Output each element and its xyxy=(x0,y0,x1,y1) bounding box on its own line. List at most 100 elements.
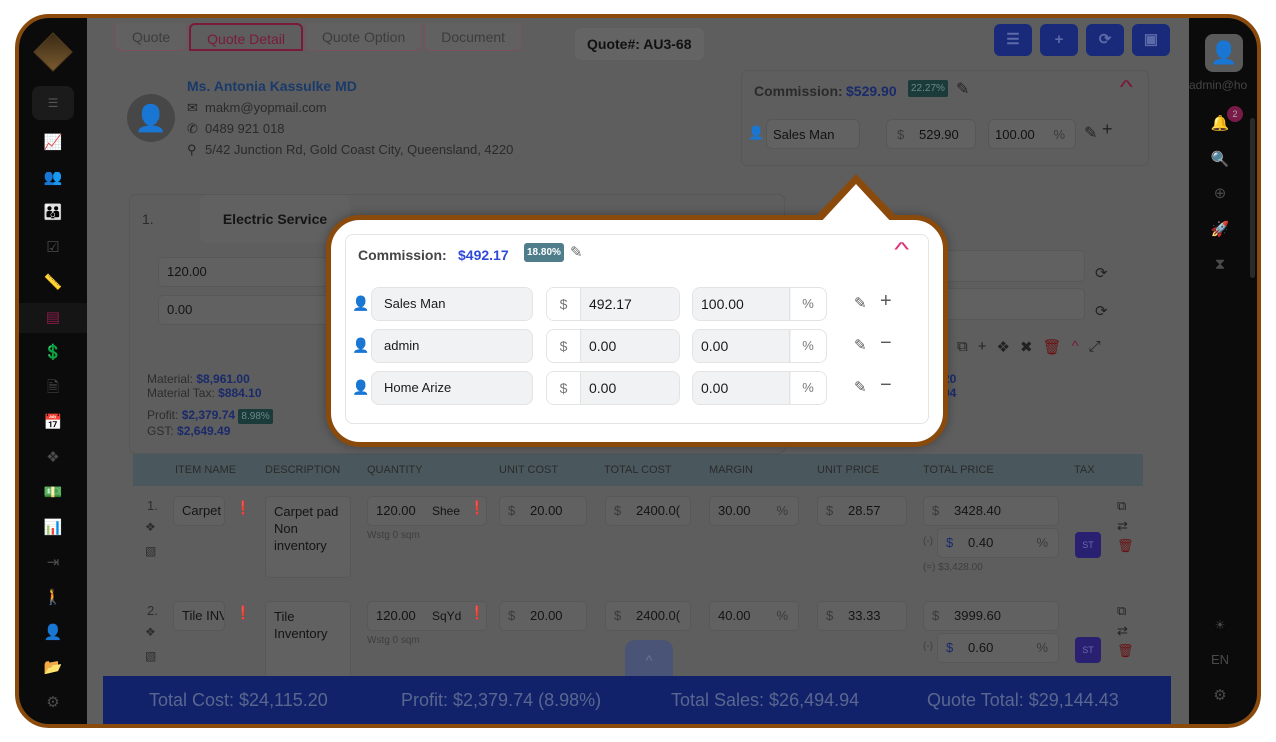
margin-field[interactable]: 40.00% xyxy=(709,601,799,631)
refresh-button[interactable]: ⟳ xyxy=(1086,24,1124,56)
sidebar-item-calendar[interactable]: 📅 xyxy=(19,408,87,438)
info-icon[interactable]: ❗ xyxy=(235,500,251,516)
item-name-field[interactable]: Carpet I xyxy=(173,496,225,526)
copy-icon[interactable]: ⧉ xyxy=(1117,601,1134,621)
image-icon[interactable]: ▧ xyxy=(145,544,156,558)
item-name-field[interactable]: Tile INV xyxy=(173,601,225,631)
section-input-2-right[interactable] xyxy=(927,288,1085,320)
commission-percent-field[interactable]: 0.00% xyxy=(692,329,827,363)
tab-quote-option[interactable]: Quote Option xyxy=(304,23,423,51)
trash-icon[interactable]: 🗑 xyxy=(1117,536,1134,556)
copy-icon[interactable]: ⧉ xyxy=(957,338,968,356)
commission-amount-field[interactable]: $0.00 xyxy=(546,371,680,405)
sidebar-item-import[interactable]: ⇥ xyxy=(19,548,87,578)
commission-amount-field[interactable]: $529.90 xyxy=(886,119,976,149)
commission-percent-field[interactable]: 0.00% xyxy=(692,371,827,405)
section-input-1-right[interactable] xyxy=(927,250,1085,282)
commission-percent-field[interactable]: 100.00% xyxy=(692,287,827,321)
info-icon[interactable]: ❗ xyxy=(235,605,251,621)
dropbox-icon[interactable]: ❖ xyxy=(145,625,156,639)
refresh-icon[interactable]: ⟳ xyxy=(1095,264,1108,282)
sidebar-item-documents[interactable]: 🗎 xyxy=(19,373,87,403)
discount-field[interactable]: $0.40% xyxy=(937,528,1059,558)
total-cost-field[interactable]: $2400.0( xyxy=(605,601,691,631)
sidebar-item-users[interactable]: 👤 xyxy=(19,618,87,648)
salesperson-field[interactable]: Home Arize xyxy=(371,371,533,405)
sidebar-item-contacts[interactable]: 👥 xyxy=(19,163,87,193)
sidebar-item-settings[interactable]: ⚙ xyxy=(19,688,87,718)
unit-cost-field[interactable]: $20.00 xyxy=(499,496,587,526)
hourglass-icon[interactable]: ⧗ xyxy=(1189,256,1251,273)
language-selector[interactable]: EN xyxy=(1189,652,1251,667)
edit-icon[interactable]: ✎ xyxy=(854,294,867,312)
rocket-icon[interactable]: 🚀 xyxy=(1189,220,1251,238)
scrollbar[interactable] xyxy=(1250,118,1255,278)
menu-toggle-button[interactable]: ☰ xyxy=(32,86,74,120)
unit-price-field[interactable]: $28.57 xyxy=(817,496,907,526)
search-icon[interactable]: 🔍 xyxy=(1189,150,1251,168)
unit-select[interactable]: SqYd xyxy=(432,602,461,630)
sidebar-item-dropbox[interactable]: ❖ xyxy=(19,443,87,473)
sidebar-item-tasks[interactable]: ☑ xyxy=(19,233,87,263)
expand-icon[interactable]: ⤢ xyxy=(1089,338,1101,356)
commission-amount-field[interactable]: $0.00 xyxy=(546,329,680,363)
edit-icon[interactable]: ✎ xyxy=(854,378,867,396)
trash-icon[interactable]: 🗑 xyxy=(1043,338,1062,356)
total-price-field[interactable]: $3999.60 xyxy=(923,601,1059,631)
chevron-up-icon[interactable]: ^ xyxy=(894,239,909,262)
tab-quote[interactable]: Quote xyxy=(115,23,188,51)
add-row-icon[interactable]: + xyxy=(880,290,892,313)
refresh-icon[interactable]: ⟳ xyxy=(1095,302,1108,320)
chevron-up-icon[interactable]: ^ xyxy=(1119,77,1133,98)
tab-document[interactable]: Document xyxy=(424,23,523,51)
description-field[interactable]: Tile Inventory xyxy=(265,601,351,683)
dropbox-icon[interactable]: ❖ xyxy=(145,520,156,534)
salesperson-field[interactable]: Sales Man xyxy=(371,287,533,321)
sidebar-item-invoices[interactable]: 💲 xyxy=(19,338,87,368)
unit-cost-field[interactable]: $20.00 xyxy=(499,601,587,631)
dropbox-icon[interactable]: ❖ xyxy=(996,338,1009,356)
customer-name[interactable]: Ms. Antonia Kassulke MD xyxy=(187,78,357,94)
sidebar-item-files[interactable]: 📂 xyxy=(19,653,87,683)
swap-icon[interactable]: ⇄ xyxy=(1117,516,1134,536)
filter-settings-button[interactable]: ☰ xyxy=(994,24,1032,56)
edit-icon[interactable]: ✎ xyxy=(1084,123,1097,143)
add-commission-icon[interactable]: + xyxy=(1102,119,1113,140)
sidebar-item-reports[interactable]: 📊 xyxy=(19,513,87,543)
user-avatar[interactable]: 👤 xyxy=(1205,34,1243,72)
sidebar-item-measure[interactable]: 📏 xyxy=(19,268,87,298)
edit-icon[interactable]: ✎ xyxy=(956,79,969,99)
sidebar-item-team[interactable]: 👪 xyxy=(19,198,87,228)
user-email[interactable]: admin@ho xyxy=(1189,78,1257,92)
commission-percent-field[interactable]: 100.00% xyxy=(988,119,1076,149)
chevron-up-icon[interactable]: ^ xyxy=(1072,338,1079,356)
plus-icon[interactable]: + xyxy=(978,338,987,356)
edit-icon[interactable]: ✎ xyxy=(854,336,867,354)
theme-icon[interactable]: ☀ xyxy=(1189,618,1251,632)
salesperson-field[interactable]: Sales Man xyxy=(766,119,860,149)
info-icon[interactable]: ❗ xyxy=(469,500,485,516)
tax-badge[interactable]: ST xyxy=(1075,532,1101,558)
save-button[interactable]: ▣ xyxy=(1132,24,1170,56)
remove-row-icon[interactable]: − xyxy=(880,374,892,397)
trash-icon[interactable]: 🗑 xyxy=(1117,641,1134,661)
scroll-up-button[interactable]: ^ xyxy=(625,640,673,680)
total-cost-field[interactable]: $2400.0( xyxy=(605,496,691,526)
remove-row-icon[interactable]: − xyxy=(880,332,892,355)
image-icon[interactable]: ▧ xyxy=(145,649,156,663)
sidebar-item-quotes[interactable]: ▤ xyxy=(19,303,87,333)
total-price-field[interactable]: $3428.40 xyxy=(923,496,1059,526)
description-field[interactable]: Carpet pad Non inventory xyxy=(265,496,351,578)
commission-amount-field[interactable]: $492.17 xyxy=(546,287,680,321)
edit-commission-icon[interactable]: ✎ xyxy=(570,243,583,261)
tax-badge[interactable]: ST xyxy=(1075,637,1101,663)
margin-field[interactable]: 30.00% xyxy=(709,496,799,526)
unit-price-field[interactable]: $33.33 xyxy=(817,601,907,631)
copy-icon[interactable]: ⧉ xyxy=(1117,496,1134,516)
swap-icon[interactable]: ⇄ xyxy=(1117,621,1134,641)
add-button[interactable]: + xyxy=(1040,24,1078,56)
tools-icon[interactable]: ✖ xyxy=(1020,338,1033,356)
unit-select[interactable]: Shee xyxy=(432,497,460,525)
discount-field[interactable]: $0.60% xyxy=(937,633,1059,663)
sidebar-item-help[interactable]: 🚶 xyxy=(19,583,87,613)
